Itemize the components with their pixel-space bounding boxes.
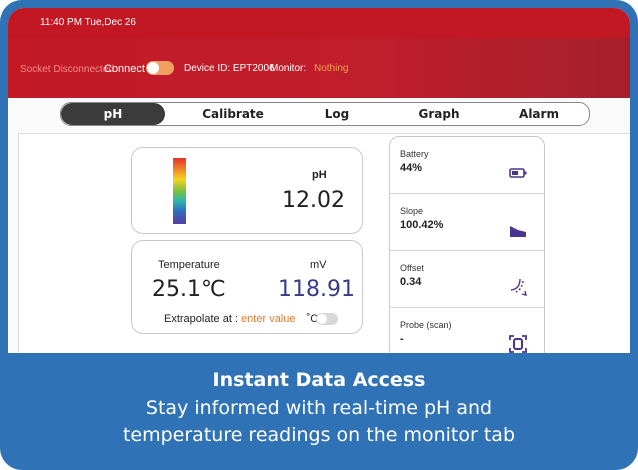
temperature-card: Temperature 25.1℃ mV 118.91 Extrapolate … bbox=[131, 240, 363, 334]
battery-value: 44% bbox=[400, 162, 423, 174]
offset-icon bbox=[510, 278, 527, 296]
tab-graph[interactable]: Graph bbox=[389, 103, 489, 125]
probe-value: - bbox=[400, 333, 404, 345]
probe-scan-icon[interactable] bbox=[508, 334, 528, 354]
slope-value: 100.42% bbox=[400, 219, 444, 231]
tab-ph[interactable]: pH bbox=[61, 103, 165, 125]
connection-bar: Socket Disconnected Connect Device ID: E… bbox=[8, 38, 630, 98]
battery-label: Battery bbox=[400, 149, 429, 159]
ph-card: pH 12.02 bbox=[131, 147, 363, 234]
toggle-knob bbox=[147, 62, 159, 74]
extrapolate-input[interactable]: enter value bbox=[241, 313, 295, 325]
extrapolate-row: Extrapolate at : enter value ˚C bbox=[164, 313, 318, 325]
slope-icon bbox=[510, 226, 526, 237]
device-id: Device ID: EPT2006 bbox=[184, 63, 275, 74]
socket-status: Socket Disconnected bbox=[20, 64, 114, 75]
promo-caption: Instant Data Access Stay informed with r… bbox=[8, 353, 630, 460]
mv-value: 118.91 bbox=[278, 277, 355, 302]
tablet-screen: 11:40 PM Tue,Dec 26 Socket Disconnected … bbox=[8, 8, 630, 460]
ph-color-scale bbox=[173, 158, 186, 224]
battery-row: Battery 44% bbox=[390, 137, 544, 194]
caption-line-1: Stay informed with real-time pH and bbox=[145, 397, 493, 419]
caption-line-2: temperature readings on the monitor tab bbox=[122, 424, 516, 446]
temperature-value: 25.1℃ bbox=[152, 277, 226, 302]
tab-bar: pH Calibrate Log Graph Alarm bbox=[60, 102, 590, 126]
tab-calibrate[interactable]: Calibrate bbox=[181, 103, 285, 125]
ph-label: pH bbox=[312, 169, 327, 181]
connect-label: Connect bbox=[104, 63, 145, 75]
probe-label: Probe (scan) bbox=[400, 320, 452, 330]
slope-label: Slope bbox=[400, 206, 424, 216]
tab-log[interactable]: Log bbox=[287, 103, 387, 125]
extrapolate-toggle[interactable] bbox=[316, 313, 338, 325]
temperature-label: Temperature bbox=[158, 259, 220, 271]
ph-value: 12.02 bbox=[282, 188, 345, 213]
monitor-value: Nothing bbox=[314, 63, 349, 74]
connect-toggle[interactable] bbox=[146, 61, 174, 75]
promo-frame: 11:40 PM Tue,Dec 26 Socket Disconnected … bbox=[0, 0, 638, 470]
status-time: 11:40 PM Tue,Dec 26 bbox=[40, 17, 136, 28]
status-bar: 11:40 PM Tue,Dec 26 bbox=[8, 8, 630, 38]
offset-label: Offset bbox=[400, 263, 424, 273]
caption-title: Instant Data Access bbox=[212, 369, 426, 391]
mv-label: mV bbox=[310, 259, 327, 271]
offset-value: 0.34 bbox=[400, 276, 422, 288]
battery-icon bbox=[509, 168, 527, 178]
tab-alarm[interactable]: Alarm bbox=[491, 103, 587, 125]
offset-row: Offset 0.34 bbox=[390, 251, 544, 308]
slope-row: Slope 100.42% bbox=[390, 194, 544, 251]
toggle-knob bbox=[317, 314, 327, 324]
status-sidebar: Battery 44% Slope 100.42% Offset 0.34 Pr… bbox=[389, 136, 545, 364]
monitor-panel: pH 12.02 Temperature 25.1℃ mV 118.91 Ext… bbox=[18, 133, 630, 365]
extrapolate-label: Extrapolate at : bbox=[164, 313, 238, 325]
monitor-label: Monitor: bbox=[270, 63, 307, 74]
